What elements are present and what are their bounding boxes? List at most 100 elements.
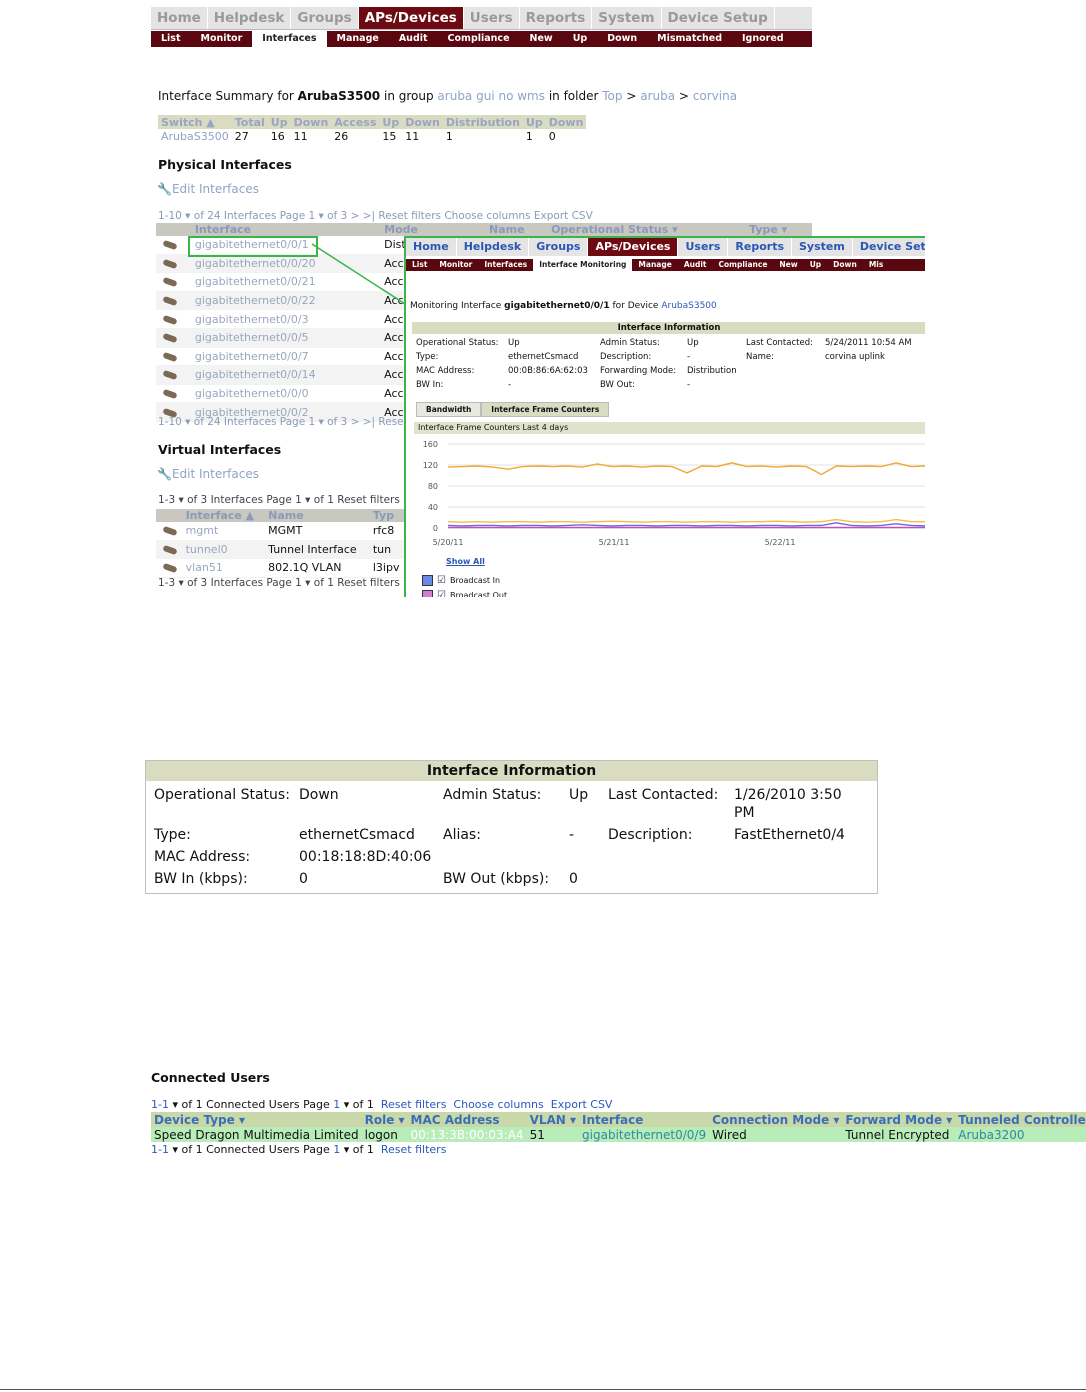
column-header[interactable]: Operational Status ▾ <box>548 223 747 236</box>
column-header[interactable]: Access <box>331 115 380 129</box>
wrench-icon[interactable] <box>162 295 178 307</box>
folder-top-link[interactable]: Top <box>602 89 622 103</box>
legend-checkbox[interactable]: ☑ <box>437 590 446 597</box>
interface-link[interactable]: mgmt <box>182 522 266 541</box>
column-header[interactable]: Role ▾ <box>361 1112 408 1127</box>
nav-tab-device-setup[interactable]: Device Setup <box>662 7 775 29</box>
subnav-tab-interfaces[interactable]: Interfaces <box>252 31 327 47</box>
nav-tab-users[interactable]: Users <box>678 238 729 256</box>
folder-aruba-link[interactable]: aruba <box>640 89 675 103</box>
export-csv-link[interactable]: Export CSV <box>551 1098 613 1111</box>
nav-tab-groups[interactable]: Groups <box>529 238 589 256</box>
legend-checkbox[interactable]: ☑ <box>437 575 446 586</box>
wrench-icon[interactable] <box>162 526 178 537</box>
vpager-bottom[interactable]: 1-3 ▾ of 3 Interfaces Page 1 ▾ of 1 Rese… <box>158 577 400 589</box>
subnav-tab-new[interactable]: New <box>773 259 803 271</box>
pager-bottom[interactable]: 1-10 ▾ of 24 Interfaces Page 1 ▾ of 3 > … <box>158 416 404 428</box>
wrench-icon[interactable] <box>162 277 178 288</box>
page-select[interactable]: 1 <box>333 1098 340 1111</box>
subnav-tab-ignored[interactable]: Ignored <box>732 31 794 47</box>
group-link[interactable]: aruba gui no wms <box>437 89 545 103</box>
wrench-icon[interactable] <box>162 314 178 325</box>
interface-link[interactable]: gigabitethernet0/0/5 <box>191 328 382 348</box>
subnav-tab-down[interactable]: Down <box>597 31 647 47</box>
nav-tab-users[interactable]: Users <box>464 7 520 29</box>
wrench-icon[interactable] <box>162 258 178 270</box>
wrench-icon[interactable] <box>162 563 178 574</box>
subnav-tab-list[interactable]: List <box>151 31 191 47</box>
device-link[interactable]: ArubaS3500 <box>661 301 716 311</box>
wrench-icon[interactable] <box>162 351 178 363</box>
reset-filters-link[interactable]: Reset filters <box>381 1143 447 1156</box>
edit-interfaces-label[interactable]: Edit Interfaces <box>172 467 259 481</box>
column-header[interactable]: Distribution <box>442 115 523 129</box>
subnav-tab-monitor[interactable]: Monitor <box>433 259 478 271</box>
reset-filters-link[interactable]: Reset filters <box>381 1098 447 1111</box>
subnav-tab-interfaces[interactable]: Interfaces <box>478 259 533 271</box>
column-header[interactable]: Total <box>231 115 268 129</box>
column-header[interactable]: Device Type ▾ <box>151 1112 362 1127</box>
nav-tab-reports[interactable]: Reports <box>728 238 792 256</box>
vpager-top[interactable]: 1-3 ▾ of 3 Interfaces Page 1 ▾ of 1 Rese… <box>158 494 400 506</box>
table-row[interactable]: mgmt MGMT rfc8 <box>156 522 406 541</box>
table-row[interactable]: tunnel0 Tunnel Interface tun <box>156 540 406 560</box>
interface-link[interactable]: tunnel0 <box>182 540 266 560</box>
controller-link[interactable]: Aruba3200 <box>955 1127 1086 1142</box>
column-header[interactable]: Tunneled Controller ▾ <box>955 1112 1086 1127</box>
subnav-tab-interface-monitoring[interactable]: Interface Monitoring <box>533 259 633 271</box>
column-header[interactable]: Name <box>486 223 549 236</box>
chart-tab-bandwidth[interactable]: Bandwidth <box>416 402 482 417</box>
subnav-tab-manage[interactable]: Manage <box>327 31 389 47</box>
subnav-tab-up[interactable]: Up <box>804 259 827 271</box>
subnav-tab-monitor[interactable]: Monitor <box>191 31 253 47</box>
subnav-tab-list[interactable]: List <box>406 259 433 271</box>
column-header[interactable]: Up <box>379 115 403 129</box>
interface-link[interactable]: gigabitethernet0/0/7 <box>191 347 382 367</box>
column-header[interactable]: MAC Address <box>407 1112 527 1127</box>
column-header[interactable]: Up <box>267 115 291 129</box>
subnav-tab-compliance[interactable]: Compliance <box>712 259 773 271</box>
column-header[interactable]: Down <box>290 115 332 129</box>
column-header[interactable]: Down <box>545 115 587 129</box>
table-row[interactable]: vlan51 802.1Q VLAN l3ipv <box>156 558 406 578</box>
interface-link[interactable]: gigabitethernet0/0/14 <box>191 365 382 385</box>
subnav-tab-manage[interactable]: Manage <box>632 259 677 271</box>
column-header[interactable]: Type ▾ <box>746 223 812 236</box>
nav-tab-system[interactable]: System <box>592 7 662 29</box>
column-header[interactable]: Interface ▲ <box>182 509 266 522</box>
legend-item[interactable]: ☑ Broadcast Out <box>422 588 507 597</box>
nav-tab-groups[interactable]: Groups <box>291 7 359 29</box>
range-link[interactable]: 1-1 <box>151 1098 169 1111</box>
edit-interfaces-link[interactable]: 🔧Edit Interfaces <box>157 182 259 196</box>
wrench-icon[interactable] <box>162 240 178 251</box>
nav-tab-aps-devices[interactable]: APs/Devices <box>588 238 679 256</box>
edit-interfaces-link[interactable]: 🔧Edit Interfaces <box>157 467 259 481</box>
nav-tab-home[interactable]: Home <box>151 7 208 29</box>
nav-tab-home[interactable]: Home <box>406 238 457 256</box>
subnav-tab-up[interactable]: Up <box>563 31 598 47</box>
column-header[interactable]: Down <box>402 115 443 129</box>
column-header[interactable]: VLAN ▾ <box>526 1112 580 1127</box>
subnav-tab-mismatched[interactable]: Mismatched <box>647 31 732 47</box>
pager-top[interactable]: 1-10 ▾ of 24 Interfaces Page 1 ▾ of 3 > … <box>158 210 593 222</box>
nav-tab-aps-devices[interactable]: APs/Devices <box>358 7 464 29</box>
wrench-icon[interactable] <box>162 333 178 344</box>
wrench-icon[interactable] <box>162 370 178 381</box>
column-header[interactable]: Forward Mode ▾ <box>842 1112 956 1127</box>
column-header[interactable]: Interface <box>191 223 382 236</box>
nav-tab-helpdesk[interactable]: Helpdesk <box>208 7 292 29</box>
subnav-tab-down[interactable]: Down <box>827 259 863 271</box>
show-all-link[interactable]: Show All <box>446 557 485 566</box>
subnav-tab-audit[interactable]: Audit <box>389 31 438 47</box>
subnav-tab-audit[interactable]: Audit <box>678 259 713 271</box>
column-header[interactable]: Up <box>522 115 546 129</box>
nav-tab-device-setup[interactable]: Device Setup <box>853 238 925 256</box>
interface-link[interactable]: gigabitethernet0/0/0 <box>191 384 382 404</box>
page-select[interactable]: 1 <box>333 1143 340 1156</box>
column-header[interactable]: Switch ▲ <box>158 115 232 129</box>
column-header[interactable]: Typ <box>369 509 406 522</box>
choose-columns-link[interactable]: Choose columns <box>453 1098 543 1111</box>
interface-link[interactable]: vlan51 <box>182 558 266 578</box>
wrench-icon[interactable] <box>162 544 178 556</box>
nav-tab-system[interactable]: System <box>792 238 853 256</box>
